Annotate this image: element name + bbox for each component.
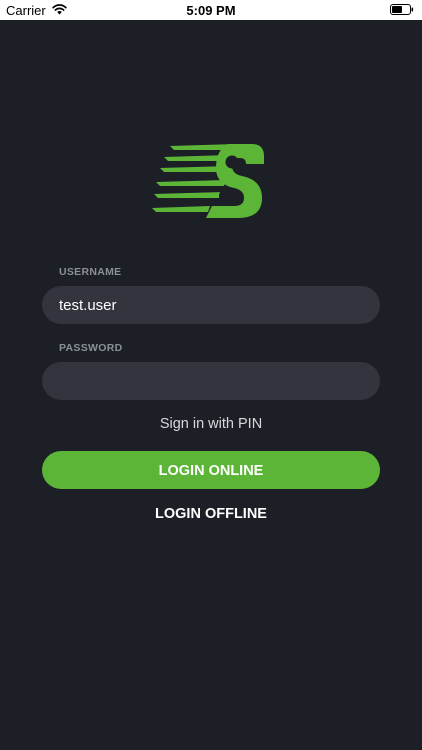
status-bar: Carrier 5:09 PM — [0, 0, 422, 20]
login-offline-button[interactable]: LOGIN OFFLINE — [0, 506, 422, 522]
battery-icon — [390, 4, 414, 15]
login-online-button[interactable]: LOGIN ONLINE — [42, 451, 380, 489]
sign-in-with-pin-link[interactable]: Sign in with PIN — [0, 416, 422, 432]
password-label: PASSWORD — [59, 342, 123, 354]
app-logo — [152, 144, 264, 218]
password-input[interactable] — [42, 362, 380, 400]
clock: 5:09 PM — [186, 3, 236, 18]
username-label: USERNAME — [59, 266, 122, 278]
username-input[interactable] — [42, 286, 380, 324]
